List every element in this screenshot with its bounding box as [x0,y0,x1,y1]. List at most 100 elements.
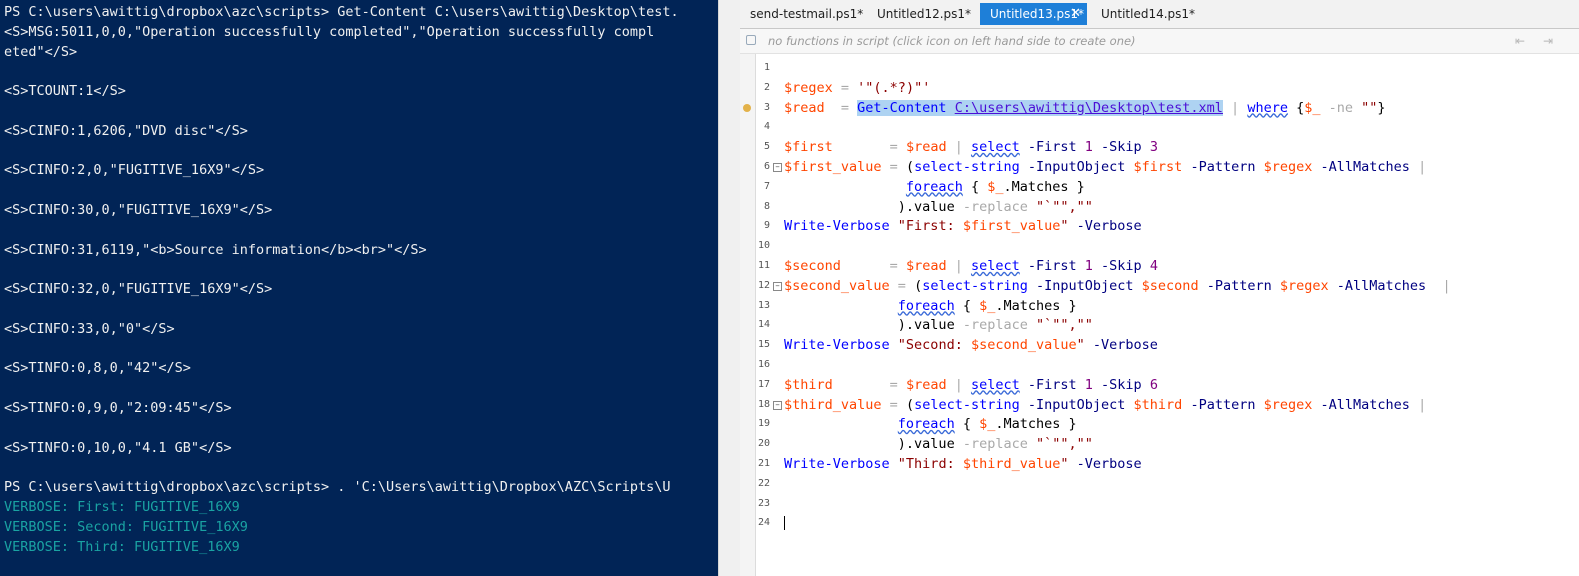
add-function-icon[interactable] [746,35,756,45]
code-token: = [832,376,906,393]
code-token: 1 [1084,258,1093,274]
console-line: <S>MSG:5011,0,0,"Operation successfully … [4,23,655,40]
code-token: $second [784,258,841,274]
code-token: | [1409,396,1427,413]
code-token: -Verbose [1068,456,1142,472]
line-number: 11 [757,260,770,271]
tab-label: Untitled12.ps1* [877,7,972,21]
code-token: 1 [1084,139,1093,156]
line-number: 3 [763,101,770,113]
expand-icon[interactable]: ⇥ [1540,33,1556,49]
fold-toggle-icon[interactable]: − [773,400,782,410]
code-token: | [1409,159,1427,175]
code-token: $read [905,258,947,274]
code-token: ( [914,277,923,294]
code-token: -Skip [1092,258,1150,274]
code-token: select [970,376,1020,393]
line-number: 20 [757,438,770,450]
tab-untitled13-ps1-[interactable]: Untitled13.ps1* ✕ [980,3,1087,25]
console-line: <S>CINFO:32,0,"FUGITIVE_16X9"</S> [4,281,273,298]
code-token: foreach [897,297,955,314]
code-token: ).value [897,198,955,215]
code-token: " [1076,337,1085,354]
console-line: VERBOSE: Second: FUGITIVE_16X9 [4,518,248,535]
code-token: } [1377,99,1386,116]
code-token: 3 [1149,139,1158,156]
code-token: = [881,396,906,413]
code-token: Write-Verbose [784,218,890,235]
console-pane[interactable]: PS C:\users\awittig\dropbox\azc\scripts>… [0,0,718,576]
code-token: -Skip [1092,376,1150,393]
collapse-icon[interactable]: ⇤ [1512,33,1528,49]
code-token: "`"","" [1035,436,1093,453]
code-token: -First [1019,139,1085,156]
fold-toggle-icon[interactable]: − [773,163,782,172]
code-line: $third = $read | select -First 1 -Skip 6 [784,375,1158,395]
tab-close-icon[interactable]: ✕ [1070,3,1081,25]
code-line: Write-Verbose "Third: $third_value" -Ver… [784,454,1142,474]
console-line: <S>CINFO:31,6119,"<b>Source information<… [4,241,427,258]
code-token: -AllMatches [1312,159,1410,175]
console-line: <S>CINFO:30,0,"FUGITIVE_16X9"</S> [4,202,273,218]
code-token: $first [1133,159,1183,175]
code-token: where [1247,99,1288,116]
line-number: 6 [763,161,770,172]
code-token: | [1426,277,1451,294]
code-token: "`"","" [1035,317,1093,334]
console-line: <S>CINFO:33,0,"0"</S> [4,320,175,337]
code-line: $regex = '"(.*?)"' [784,78,930,98]
code-line: $first_value = (select-string -InputObje… [784,157,1426,177]
tab-untitled14-ps1-[interactable]: Untitled14.ps1* [1091,3,1201,25]
code-token: select [970,258,1020,274]
code-token: = [824,99,858,116]
script-editor[interactable]: 1 2 $regex = '"(.*?)"' 3 $read = Get-Content… [740,54,1579,576]
text-cursor [784,516,785,531]
code-token: .Matches } [995,416,1077,433]
code-token: 4 [1149,258,1158,274]
code-line: $read = Get-Content C:\users\awittig\Des… [784,98,1386,118]
code-token: = [881,159,906,175]
code-token: $regex [784,79,833,96]
pane-splitter[interactable] [718,0,741,576]
code-token: -replace [954,317,1036,334]
console-line: <S>TINFO:0,9,0,"2:09:45"</S> [4,400,232,416]
code-line [784,513,785,533]
code-line: $second_value = (select-string -InputObj… [784,276,1451,296]
code-line: foreach { $_.Matches } [784,296,1077,316]
code-token: -Pattern [1182,396,1264,413]
tab-send-testmail-ps1-[interactable]: send-testmail.ps1* [740,3,865,25]
function-bar-hint: no functions in script (click icon on le… [768,34,1136,48]
code-token: $first_value [962,218,1061,235]
code-token: Write-Verbose [784,456,890,472]
line-number: 19 [757,418,770,430]
code-token: $read [905,376,947,393]
code-token: -InputObject [1027,277,1142,294]
code-token: .Matches } [1003,178,1085,195]
console-line: <S>CINFO:1,6206,"DVD disc"</S> [4,122,248,139]
code-token [946,99,955,116]
breakpoint-marker-icon[interactable] [743,103,751,112]
code-token: ).value [897,317,955,334]
line-number: 1 [763,62,770,73]
editor-gutter [740,54,756,576]
console-line: VERBOSE: Third: FUGITIVE_16X9 [4,538,240,555]
console-line: PS C:\users\awittig\dropbox\azc\scripts>… [4,479,671,496]
fold-toggle-icon[interactable]: − [773,281,782,291]
code-token: -Skip [1092,139,1150,156]
tab-untitled12-ps1-[interactable]: Untitled12.ps1* [867,3,978,25]
code-token: -replace [954,436,1036,453]
code-token: $second_value [784,277,890,294]
console-line: <S>TCOUNT:1</S> [4,83,126,100]
code-token: -Pattern [1182,159,1264,175]
code-line: $second = $read | select -First 1 -Skip … [784,256,1158,276]
code-line: ).value -replace "`"","" [784,197,1093,217]
console-line: eted"</S> [4,43,78,60]
code-token: $second_value [970,337,1077,354]
code-token: $first [784,139,833,156]
code-token: | [946,376,971,393]
script-tab-bar: send-testmail.ps1* Untitled12.ps1* Untitle… [740,0,1579,29]
code-token: " [1060,218,1069,235]
code-token: { [962,178,988,195]
